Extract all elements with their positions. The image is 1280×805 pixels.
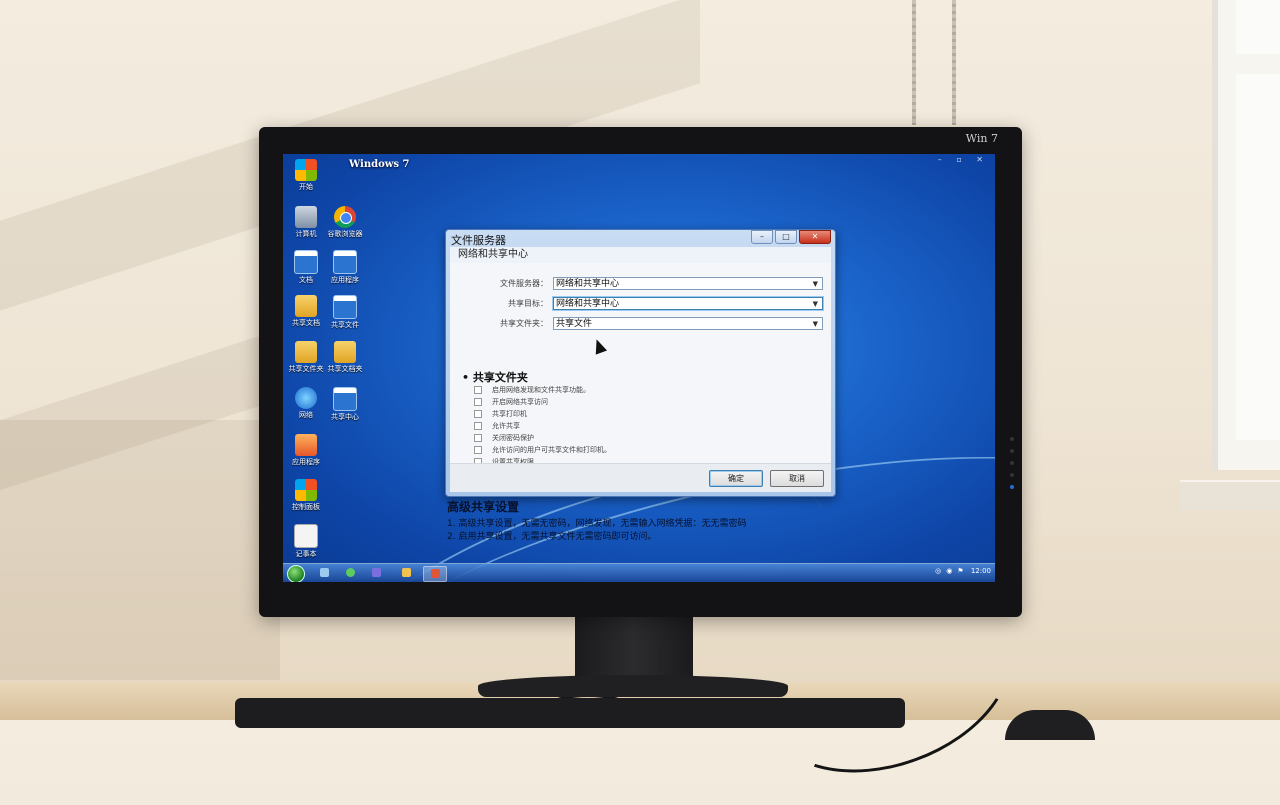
app-icon — [295, 434, 317, 456]
chrome-icon — [334, 206, 356, 228]
windows-logo-icon — [295, 479, 317, 501]
dialog-body: 文件服务器： 网络和共享中心 ▼ 共享目标： 网络和共享中心 ▼ 共享文件夹： — [450, 263, 831, 466]
taskbar-app-button[interactable] — [423, 566, 447, 582]
desktop-screen: – ▫ ✕ Windows 7 开始 计算机 谷歌浏览器 文档 应用程序 共享文… — [283, 154, 995, 582]
option-checkbox[interactable]: 开启网络共享访问 — [474, 397, 548, 407]
network-tray-icon: ◎ — [935, 567, 942, 575]
desktop-icon[interactable]: 记事本 — [283, 524, 329, 559]
desktop-icon[interactable]: 应用程序 — [322, 250, 368, 285]
clock: 12:00 — [970, 567, 991, 575]
file-server-select[interactable]: 网络和共享中心 ▼ — [553, 277, 823, 290]
screen-window-controls[interactable]: – ▫ ✕ — [938, 155, 989, 164]
blind-cord — [912, 0, 916, 125]
monitor-base — [478, 675, 788, 697]
folder-icon — [334, 341, 356, 363]
taskbar-explorer-button[interactable] — [313, 566, 335, 580]
media-icon — [371, 568, 381, 577]
checkbox-icon — [474, 410, 482, 418]
field-row-shared-folder: 共享文件夹： 共享文件 ▼ — [450, 317, 831, 331]
document-icon — [294, 250, 318, 274]
section-title: • 共享文件夹 — [462, 371, 528, 384]
notes-line: 1. 高级共享设置，无需无密码，网络发现，无需输入网络凭据：无无需密码 — [447, 519, 747, 529]
dialog-subtitle: 网络和共享中心 — [450, 247, 831, 263]
keyboard — [235, 698, 905, 728]
monitor-buttons — [1010, 437, 1016, 497]
blind-cord — [952, 0, 956, 125]
cancel-button[interactable]: 取消 — [770, 470, 824, 487]
taskbar-ie-button[interactable] — [339, 566, 361, 580]
taskbar-folder-button[interactable] — [395, 566, 417, 580]
checkbox-icon — [474, 398, 482, 406]
field-row-share-target: 共享目标： 网络和共享中心 ▼ — [450, 297, 831, 311]
flag-icon: ⚑ — [957, 567, 964, 575]
field-label: 共享文件夹： — [500, 319, 548, 328]
windows7-logo: Windows 7 — [349, 159, 410, 170]
checkbox-icon — [474, 446, 482, 454]
desktop-icon[interactable]: 开始 — [283, 159, 329, 192]
volume-icon: ◉ — [946, 567, 953, 575]
field-label: 共享目标： — [508, 299, 548, 308]
power-led-icon — [1010, 485, 1014, 489]
monitor-brand: Win 7 — [965, 132, 998, 145]
file-server-dialog: 文件服务器 – □ ✕ 网络和共享中心 文件服务器： 网络和共享中心 ▼ 共享目… — [445, 229, 836, 497]
shared-folder-select[interactable]: 共享文件 ▼ — [553, 317, 823, 330]
explorer-icon — [319, 568, 329, 577]
option-checkbox[interactable]: 关闭密码保护 — [474, 433, 534, 443]
folder-icon — [295, 341, 317, 363]
document-icon — [333, 387, 357, 411]
minimize-button[interactable]: – — [751, 230, 773, 244]
desktop-icon[interactable]: 应用程序 — [283, 434, 329, 467]
window-sill — [1180, 480, 1280, 510]
checkbox-icon — [474, 434, 482, 442]
chevron-down-icon: ▼ — [812, 280, 818, 288]
folder-icon — [401, 568, 411, 577]
ie-icon — [345, 568, 355, 577]
windows-flag-icon — [295, 159, 317, 181]
close-button[interactable]: ✕ — [799, 230, 831, 244]
maximize-button[interactable]: □ — [775, 230, 797, 244]
room-window — [1212, 0, 1280, 470]
taskbar-media-button[interactable] — [365, 566, 387, 580]
dialog-footer: 确定 取消 — [450, 463, 831, 492]
notepad-icon — [294, 524, 318, 548]
computer-icon — [295, 206, 317, 228]
light-shadow — [0, 420, 280, 680]
document-icon — [333, 250, 357, 274]
mouse — [1005, 710, 1095, 740]
field-label: 文件服务器： — [500, 279, 548, 288]
option-checkbox[interactable]: 共享打印机 — [474, 409, 527, 419]
option-checkbox[interactable]: 允许共享 — [474, 421, 520, 431]
option-checkbox[interactable]: 启用网络发现和文件共享功能。 — [474, 385, 590, 395]
dialog-window-controls: – □ ✕ — [751, 230, 831, 244]
mouse-cursor-icon — [590, 337, 608, 355]
desktop-icon[interactable]: 谷歌浏览器 — [322, 206, 368, 239]
notes-heading: 高级共享设置 — [447, 500, 520, 514]
desktop-icon[interactable]: 共享中心 — [322, 387, 368, 422]
chevron-down-icon: ▼ — [812, 300, 818, 308]
network-icon — [295, 387, 317, 409]
desktop-icon[interactable]: 控制面板 — [283, 479, 329, 512]
notes-line: 2. 启用共享设置，无需共享文件无需密码即可访问。 — [447, 532, 657, 542]
option-checkbox[interactable]: 允许访问的用户可共享文件和打印机。 — [474, 445, 611, 455]
share-target-select[interactable]: 网络和共享中心 ▼ — [553, 297, 823, 310]
monitor: Win 7 – ▫ ✕ Windows 7 开始 计算机 谷歌浏览器 文档 应用… — [259, 127, 1022, 617]
system-tray[interactable]: ◎ ◉ ⚑ 12:00 — [930, 567, 991, 575]
checkbox-icon — [474, 422, 482, 430]
ok-button[interactable]: 确定 — [709, 470, 763, 487]
chevron-down-icon: ▼ — [812, 320, 818, 328]
desktop-icon[interactable]: 共享文档夹 — [322, 341, 368, 374]
field-row-file-server: 文件服务器： 网络和共享中心 ▼ — [450, 277, 831, 291]
advanced-sharing-notes: 高级共享设置 1. 高级共享设置，无需无密码，网络发现，无需输入网络凭据：无无需… — [447, 498, 746, 544]
document-icon — [333, 295, 357, 319]
start-button[interactable] — [287, 565, 305, 582]
checkbox-icon — [474, 386, 482, 394]
dialog-title: 文件服务器 — [451, 234, 506, 247]
folder-icon — [295, 295, 317, 317]
desktop-icon[interactable]: 共享文件 — [322, 295, 368, 330]
app-icon — [430, 569, 440, 578]
taskbar: ◎ ◉ ⚑ 12:00 — [283, 563, 995, 582]
